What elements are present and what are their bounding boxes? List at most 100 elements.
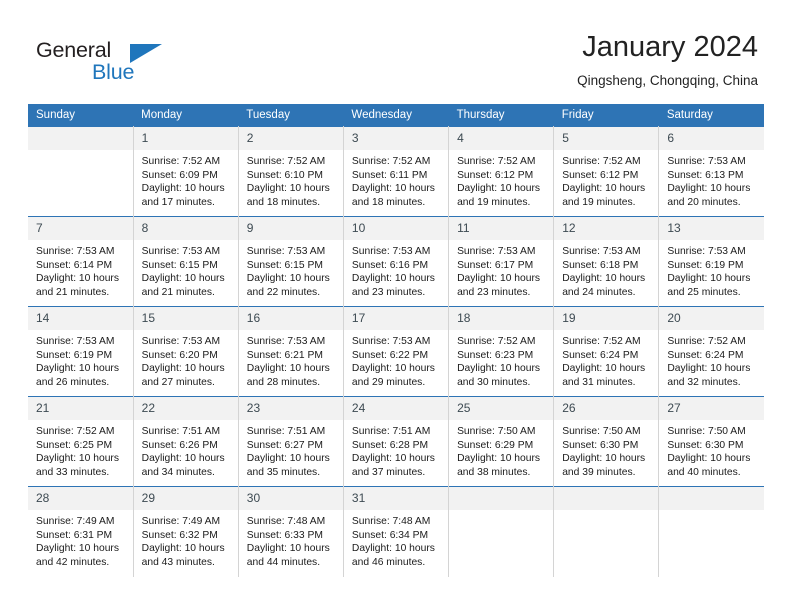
calendar-day-cell[interactable]: 19 Sunrise: 7:52 AM Sunset: 6:24 PM Dayligh… — [553, 306, 660, 397]
daylight-text-line2: and 39 minutes. — [562, 466, 636, 478]
sunset-text: Sunset: 6:33 PM — [246, 529, 323, 541]
daylight-text-line1: Daylight: 10 hours — [36, 273, 119, 285]
calendar-day-cell[interactable]: 18 Sunrise: 7:52 AM Sunset: 6:23 PM Dayligh… — [448, 306, 555, 397]
calendar-week-row: 7 Sunrise: 7:53 AM Sunset: 6:14 PM Daylight… — [28, 216, 764, 307]
daylight-text-line2: and 38 minutes. — [457, 466, 531, 478]
calendar-day-cell[interactable]: 21 Sunrise: 7:52 AM Sunset: 6:25 PM Dayligh… — [28, 396, 134, 487]
day-details: Sunrise: 7:52 AM Sunset: 6:24 PM Daylight:… — [554, 330, 658, 389]
sunset-text: Sunset: 6:18 PM — [562, 259, 639, 271]
sunset-text: Sunset: 6:22 PM — [351, 349, 429, 361]
calendar-day-cell[interactable]: 28 Sunrise: 7:49 AM Sunset: 6:31 PM Dayligh… — [28, 486, 134, 577]
daylight-text-line1: Daylight: 10 hours — [246, 183, 330, 195]
calendar-day-cell[interactable]: 24 Sunrise: 7:51 AM Sunset: 6:28 PM Dayligh… — [343, 396, 450, 487]
day-details: Sunrise: 7:53 AM Sunset: 6:15 PM Daylight:… — [134, 240, 238, 299]
day-number — [659, 487, 764, 510]
calendar-day-cell[interactable]: 31 Sunrise: 7:48 AM Sunset: 6:34 PM Dayligh… — [343, 486, 450, 577]
calendar-day-cell[interactable]: 13 Sunrise: 7:53 AM Sunset: 6:19 PM Dayligh… — [658, 216, 764, 307]
calendar-day-cell[interactable]: 16 Sunrise: 7:53 AM Sunset: 6:21 PM Dayligh… — [238, 306, 344, 397]
sunset-text: Sunset: 6:29 PM — [457, 439, 534, 451]
daylight-text-line2: and 25 minutes. — [667, 286, 741, 298]
weekday-header-row: Sunday Monday Tuesday Wednesday Thursday… — [28, 104, 764, 127]
calendar-day-cell[interactable]: 9 Sunrise: 7:53 AM Sunset: 6:15 PM Daylight… — [238, 216, 344, 307]
logo-word-blue: Blue — [92, 60, 135, 84]
day-number: 15 — [133, 307, 238, 330]
day-number: 4 — [449, 127, 554, 150]
daylight-text-line2: and 37 minutes. — [351, 466, 426, 478]
calendar-day-cell[interactable]: 4 Sunrise: 7:52 AM Sunset: 6:12 PM Daylight… — [448, 126, 555, 217]
calendar-day-cell[interactable]: 22 Sunrise: 7:51 AM Sunset: 6:26 PM Dayligh… — [133, 396, 239, 487]
calendar-day-cell[interactable]: 30 Sunrise: 7:48 AM Sunset: 6:33 PM Dayligh… — [238, 486, 344, 577]
calendar-empty-cell — [448, 486, 555, 577]
weekday-header-thursday: Thursday — [448, 104, 554, 127]
calendar-day-cell[interactable]: 2 Sunrise: 7:52 AM Sunset: 6:10 PM Daylight… — [238, 126, 344, 217]
calendar-day-cell[interactable]: 29 Sunrise: 7:49 AM Sunset: 6:32 PM Dayligh… — [133, 486, 239, 577]
calendar-day-cell[interactable]: 7 Sunrise: 7:53 AM Sunset: 6:14 PM Daylight… — [28, 216, 134, 307]
sunrise-text: Sunrise: 7:52 AM — [562, 156, 641, 167]
sunrise-text: Sunrise: 7:51 AM — [246, 426, 326, 437]
calendar-day-cell[interactable]: 23 Sunrise: 7:51 AM Sunset: 6:27 PM Dayligh… — [238, 396, 344, 487]
sunset-text: Sunset: 6:30 PM — [667, 439, 744, 451]
calendar-day-cell[interactable]: 25 Sunrise: 7:50 AM Sunset: 6:29 PM Dayligh… — [448, 396, 555, 487]
daylight-text-line2: and 35 minutes. — [246, 466, 321, 478]
sunrise-text: Sunrise: 7:53 AM — [246, 336, 326, 347]
calendar-empty-cell — [658, 486, 764, 577]
calendar-grid: Sunday Monday Tuesday Wednesday Thursday… — [28, 104, 764, 577]
day-details: Sunrise: 7:53 AM Sunset: 6:13 PM Daylight:… — [659, 150, 764, 209]
calendar-day-cell[interactable]: 5 Sunrise: 7:52 AM Sunset: 6:12 PM Daylight… — [553, 126, 660, 217]
day-details: Sunrise: 7:51 AM Sunset: 6:28 PM Daylight:… — [344, 420, 448, 479]
daylight-text-line2: and 34 minutes. — [141, 466, 215, 478]
daylight-text-line1: Daylight: 10 hours — [562, 273, 646, 285]
day-number: 17 — [343, 307, 449, 330]
sunset-text: Sunset: 6:34 PM — [351, 529, 429, 541]
calendar-day-cell[interactable]: 1 Sunrise: 7:52 AM Sunset: 6:09 PM Daylight… — [133, 126, 239, 217]
sunrise-text: Sunrise: 7:52 AM — [457, 336, 536, 347]
daylight-text-line1: Daylight: 10 hours — [457, 453, 541, 465]
daylight-text-line1: Daylight: 10 hours — [141, 363, 225, 375]
sunrise-text: Sunrise: 7:49 AM — [141, 516, 221, 527]
day-details: Sunrise: 7:52 AM Sunset: 6:09 PM Daylight:… — [134, 150, 238, 209]
daylight-text-line2: and 19 minutes. — [562, 196, 636, 208]
sunrise-text: Sunrise: 7:52 AM — [457, 156, 536, 167]
sunset-text: Sunset: 6:19 PM — [36, 349, 113, 361]
calendar-day-cell[interactable]: 17 Sunrise: 7:53 AM Sunset: 6:22 PM Dayligh… — [343, 306, 450, 397]
sunrise-text: Sunrise: 7:53 AM — [36, 336, 115, 347]
sunrise-text: Sunrise: 7:50 AM — [562, 426, 641, 437]
day-number: 22 — [133, 397, 238, 420]
calendar-day-cell[interactable]: 11 Sunrise: 7:53 AM Sunset: 6:17 PM Dayligh… — [448, 216, 555, 307]
calendar-day-cell[interactable]: 12 Sunrise: 7:53 AM Sunset: 6:18 PM Dayligh… — [553, 216, 660, 307]
daylight-text-line1: Daylight: 10 hours — [36, 543, 119, 555]
day-number: 16 — [238, 307, 343, 330]
daylight-text-line1: Daylight: 10 hours — [667, 363, 751, 375]
calendar-day-cell[interactable]: 26 Sunrise: 7:50 AM Sunset: 6:30 PM Dayligh… — [553, 396, 660, 487]
day-details: Sunrise: 7:53 AM Sunset: 6:19 PM Daylight:… — [28, 330, 133, 389]
day-details: Sunrise: 7:52 AM Sunset: 6:24 PM Daylight:… — [659, 330, 764, 389]
daylight-text-line2: and 24 minutes. — [562, 286, 636, 298]
day-number: 18 — [449, 307, 554, 330]
daylight-text-line1: Daylight: 10 hours — [351, 543, 435, 555]
daylight-text-line1: Daylight: 10 hours — [562, 453, 646, 465]
day-details: Sunrise: 7:52 AM Sunset: 6:25 PM Daylight:… — [28, 420, 133, 479]
calendar-day-cell[interactable]: 27 Sunrise: 7:50 AM Sunset: 6:30 PM Dayligh… — [658, 396, 764, 487]
day-details: Sunrise: 7:50 AM Sunset: 6:29 PM Daylight:… — [449, 420, 553, 479]
daylight-text-line2: and 40 minutes. — [667, 466, 741, 478]
sunset-text: Sunset: 6:09 PM — [141, 169, 218, 181]
daylight-text-line2: and 23 minutes. — [457, 286, 531, 298]
daylight-text-line2: and 18 minutes. — [246, 196, 321, 208]
calendar-day-cell[interactable]: 15 Sunrise: 7:53 AM Sunset: 6:20 PM Dayligh… — [133, 306, 239, 397]
sunset-text: Sunset: 6:30 PM — [562, 439, 639, 451]
sunset-text: Sunset: 6:24 PM — [667, 349, 744, 361]
day-number: 7 — [28, 217, 133, 240]
daylight-text-line1: Daylight: 10 hours — [246, 273, 330, 285]
calendar-day-cell[interactable]: 14 Sunrise: 7:53 AM Sunset: 6:19 PM Dayligh… — [28, 306, 134, 397]
calendar-day-cell[interactable]: 20 Sunrise: 7:52 AM Sunset: 6:24 PM Dayligh… — [658, 306, 764, 397]
calendar-day-cell[interactable]: 6 Sunrise: 7:53 AM Sunset: 6:13 PM Daylight… — [658, 126, 764, 217]
day-number: 31 — [343, 487, 449, 510]
day-number: 14 — [28, 307, 133, 330]
calendar-day-cell[interactable]: 8 Sunrise: 7:53 AM Sunset: 6:15 PM Daylight… — [133, 216, 239, 307]
day-details: Sunrise: 7:53 AM Sunset: 6:16 PM Daylight:… — [344, 240, 448, 299]
day-details: Sunrise: 7:53 AM Sunset: 6:14 PM Daylight:… — [28, 240, 133, 299]
calendar-day-cell[interactable]: 10 Sunrise: 7:53 AM Sunset: 6:16 PM Dayligh… — [343, 216, 450, 307]
day-number: 30 — [238, 487, 343, 510]
calendar-day-cell[interactable]: 3 Sunrise: 7:52 AM Sunset: 6:11 PM Daylight… — [343, 126, 450, 217]
daylight-text-line1: Daylight: 10 hours — [667, 273, 751, 285]
